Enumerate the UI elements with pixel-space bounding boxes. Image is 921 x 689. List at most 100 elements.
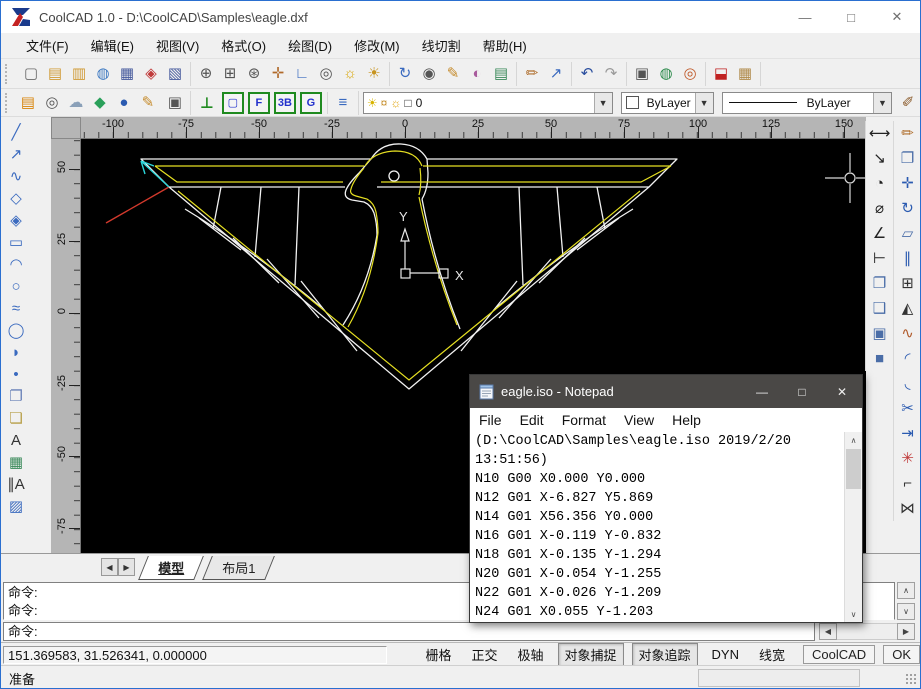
copy[interactable]: ❐ [896,146,920,171]
ok-status-button[interactable]: OK [883,645,920,664]
edit-hatch[interactable]: ∿ [896,321,920,346]
export-view[interactable]: ↗ [544,62,568,86]
circle[interactable]: ○ [4,275,28,297]
wirecut-program-list[interactable]: ▤ [16,91,40,115]
notepad-menu-view[interactable]: View [615,410,663,430]
copy-block[interactable]: ❐ [868,271,892,296]
tab-scroll-right[interactable]: ▶ [118,558,135,576]
wirecut-3b-button[interactable]: 3B [274,92,296,114]
notepad-menu-file[interactable]: File [470,410,511,430]
ucs-axis[interactable]: ∟ [290,62,314,86]
resize-grip[interactable] [905,673,918,686]
image-export[interactable]: ▦ [733,62,757,86]
point[interactable]: • [4,363,28,385]
notepad-menu-format[interactable]: Format [553,410,615,430]
toolbar-grip-2[interactable] [5,93,11,113]
scroll-down-button[interactable]: ∨ [897,603,915,620]
pan[interactable]: ✛ [266,62,290,86]
toggle-对象捕捉[interactable]: 对象捕捉 [558,643,624,666]
tag-stamp[interactable]: ◎ [40,91,64,115]
sketch[interactable]: ✎ [441,62,465,86]
dim-linear[interactable]: ⟷ [868,121,892,146]
dim-angular[interactable]: ∠ [868,221,892,246]
polyline[interactable]: ∿ [4,165,28,187]
coolcad-status-button[interactable]: CoolCAD [803,645,875,664]
web-publish[interactable]: ◍ [654,62,678,86]
toggle-对象追踪[interactable]: 对象追踪 [632,643,698,666]
mtext[interactable]: ∥A [4,473,28,495]
toggle-正交[interactable]: 正交 [465,644,503,665]
explode[interactable]: ✳ [896,446,920,471]
ellipse[interactable]: ◯ [4,319,28,341]
layers[interactable]: ≡ [331,91,355,115]
construction-line[interactable]: ↗ [4,143,28,165]
scroll-track[interactable] [837,623,897,640]
gem-region[interactable]: ◆ [88,91,112,115]
rectangle[interactable]: ▭ [4,231,28,253]
toggle-极轴[interactable]: 极轴 [512,644,550,665]
wirecut-plumb-button[interactable]: ⊥ [196,92,218,114]
notepad-text-area[interactable]: (D:\CoolCAD\Samples\eagle.iso 2019/2/201… [470,432,845,622]
notepad-title-bar[interactable]: eagle.iso - Notepad — □ ✕ [470,375,862,408]
notepad-scroll-down[interactable]: ∨ [845,606,862,622]
block-insert[interactable]: ▣ [868,321,892,346]
join[interactable]: ⋈ [896,496,920,521]
scroll-up-button[interactable]: ∧ [897,582,915,599]
make-block[interactable]: ❏ [4,407,28,429]
toggle-线宽[interactable]: 线宽 [753,644,791,665]
web-open[interactable]: ◎ [678,62,702,86]
notepad-close-button[interactable]: ✕ [822,375,862,408]
menu-item-5[interactable]: 修改(M) [343,33,411,58]
minimize-button[interactable]: — [782,1,828,33]
polygon-inscribed[interactable]: ◈ [4,209,28,231]
wirecut-g-button[interactable]: G [300,92,322,114]
menu-item-1[interactable]: 编辑(E) [80,33,145,58]
move[interactable]: ✛ [896,171,920,196]
zoom-select[interactable]: ▣ [163,91,187,115]
trim[interactable]: ✂ [896,396,920,421]
color-combo-dropdown[interactable]: ▼ [695,93,713,113]
layer-combo[interactable]: ☀¤☼□ 0 ▼ [363,92,613,114]
notepad-maximize-button[interactable]: □ [782,375,822,408]
render-palette[interactable]: ◐ [465,62,489,86]
light-on[interactable]: ☼ [338,62,362,86]
undo[interactable]: ↶ [575,62,599,86]
rotate[interactable]: ↻ [896,196,920,221]
sheet-tab-模型[interactable]: 模型 [138,556,204,580]
open-drawing[interactable]: ▥ [67,62,91,86]
dim-diameter[interactable]: ⌀ [868,196,892,221]
pdf-export[interactable]: ⬓ [709,62,733,86]
polygon[interactable]: ◇ [4,187,28,209]
open-file[interactable]: ▤ [43,62,67,86]
maximize-button[interactable]: □ [828,1,874,33]
block-solid[interactable]: ■ [868,346,892,371]
properties-brush-button[interactable]: ✐ [896,91,920,115]
open-web[interactable]: ◍ [91,62,115,86]
ellipse-arc[interactable]: ◗ [4,341,28,363]
erase[interactable]: ✏ [896,121,920,146]
spline[interactable]: ≈ [4,297,28,319]
toolbar-grip[interactable] [5,64,11,84]
layer-combo-dropdown[interactable]: ▼ [594,93,612,113]
menu-item-6[interactable]: 线切割 [411,33,472,58]
text[interactable]: A [4,429,28,451]
notepad-minimize-button[interactable]: — [742,375,782,408]
dim-aligned[interactable]: ↘ [868,146,892,171]
mirror[interactable]: ◭ [896,296,920,321]
print[interactable]: ▣ [630,62,654,86]
regen[interactable]: ↻ [393,62,417,86]
scale[interactable]: ▱ [896,221,920,246]
close-button[interactable]: ✕ [874,1,920,33]
extend[interactable]: ⇥ [896,421,920,446]
match-properties-brush[interactable]: ✏ [520,62,544,86]
sheet-tab-布局1[interactable]: 布局1 [202,556,275,580]
scroll-left-button[interactable]: ◀ [819,623,837,640]
offset[interactable]: ∥ [896,246,920,271]
toggle-DYN[interactable]: DYN [706,646,745,663]
menu-item-7[interactable]: 帮助(H) [472,33,538,58]
paste-block[interactable]: ❑ [868,296,892,321]
tab-scroll-left[interactable]: ◀ [101,558,118,576]
linetype-combo[interactable]: ByLayer ▼ [722,92,892,114]
notepad-menu-help[interactable]: Help [663,410,710,430]
properties-brush[interactable]: ✐ [896,91,920,115]
